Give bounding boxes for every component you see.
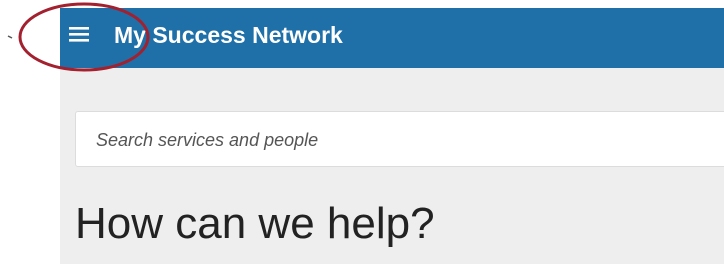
app-title: My Success Network <box>114 22 343 48</box>
search-input[interactable] <box>96 126 656 154</box>
search-box[interactable] <box>75 111 724 167</box>
page-heading: How can we help? <box>75 199 435 248</box>
menu-button[interactable] <box>68 23 90 45</box>
annotation-tick <box>7 35 13 39</box>
app-bar: My Success Network <box>60 8 724 68</box>
hamburger-menu-icon <box>69 27 89 42</box>
app-screen: My Success Network How can we help? <box>60 8 724 264</box>
